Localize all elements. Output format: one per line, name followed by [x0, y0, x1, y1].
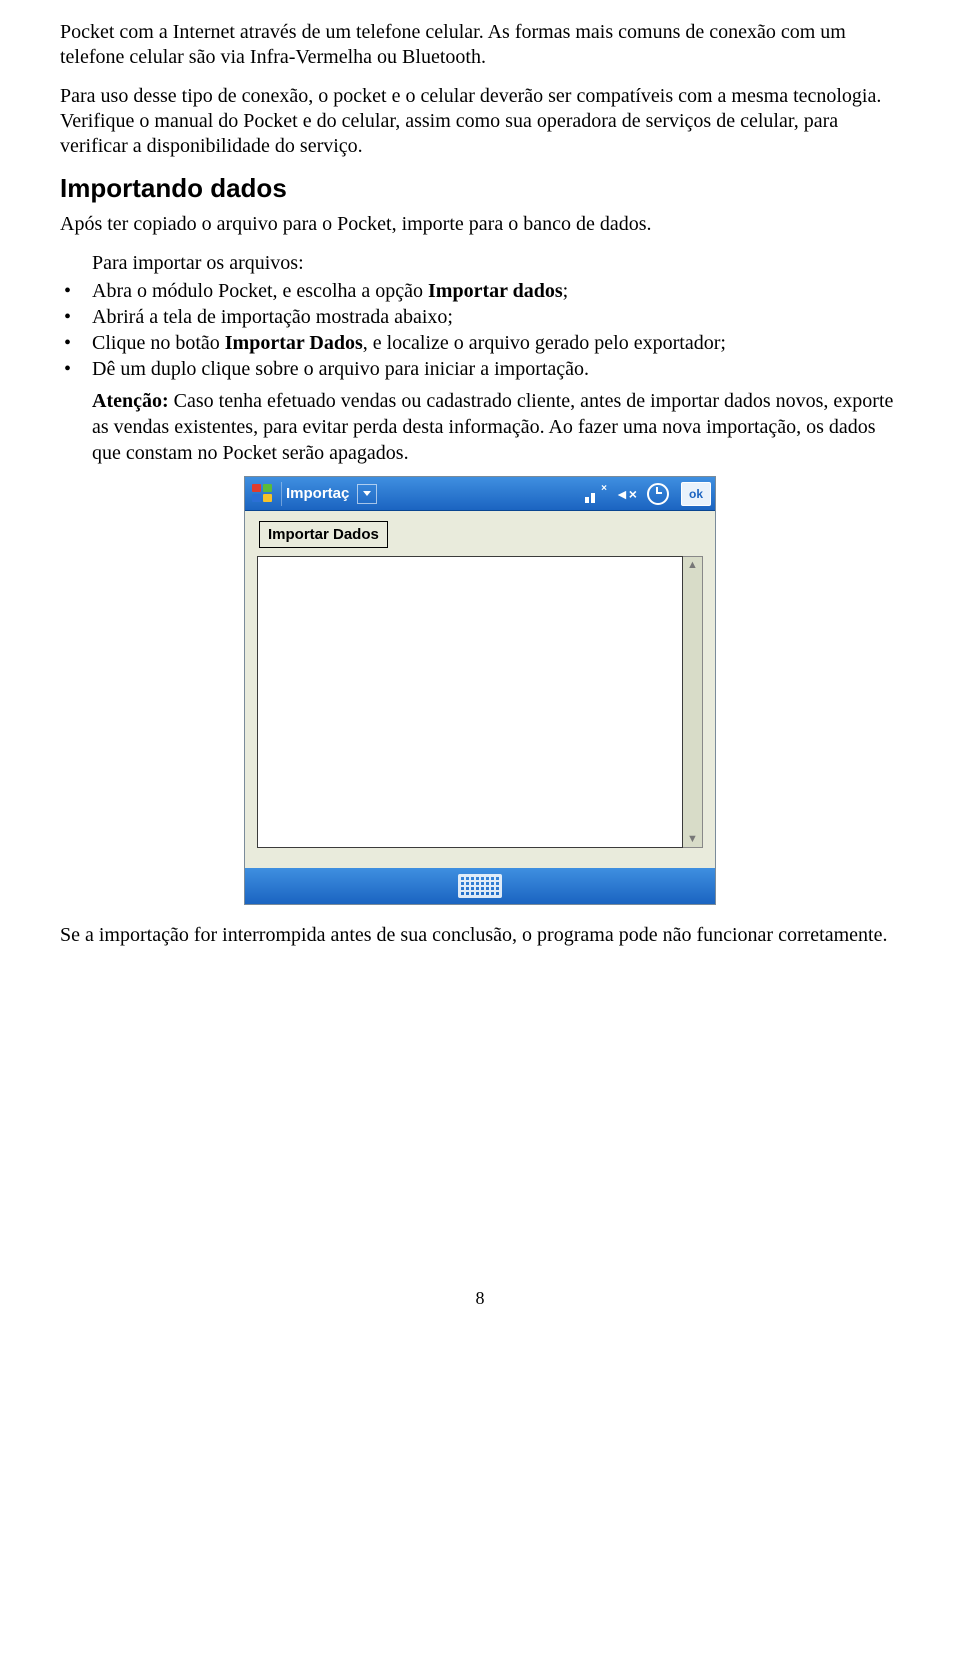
list-item: • Dê um duplo clique sobre o arquivo par…	[60, 356, 900, 382]
list-item-bold: Importar Dados	[225, 332, 363, 354]
signal-off-icon[interactable]: ×	[585, 485, 605, 503]
vertical-scrollbar[interactable]: ▲ ▼	[683, 556, 703, 848]
status-icons: × ◄×	[585, 483, 675, 505]
list-item-tail: , e localize o arquivo gerado pelo expor…	[363, 332, 726, 354]
heading-importando-dados: Importando dados	[60, 173, 900, 204]
paragraph-intro-1: Pocket com a Internet através de um tele…	[60, 20, 900, 70]
pocketpc-screenshot: Importaç × ◄× ok Importar Dados ▲ ▼	[244, 476, 716, 905]
title-dropdown-icon[interactable]	[357, 484, 377, 504]
list-item-text: Abrirá a tela de importação mostrada aba…	[92, 304, 900, 330]
list-item-text: Abra o módulo Pocket, e escolha a opção	[92, 280, 428, 302]
paragraph-after-screenshot: Se a importação for interrompida antes d…	[60, 923, 900, 948]
attention-text: Caso tenha efetuado vendas ou cadastrado…	[92, 390, 893, 464]
bullet-icon: •	[60, 304, 92, 330]
bullet-icon: •	[60, 278, 92, 304]
attention-label: Atenção:	[92, 390, 169, 412]
bullet-icon: •	[60, 356, 92, 382]
page-number: 8	[60, 1288, 900, 1309]
instruction-list: • Abra o módulo Pocket, e escolha a opçã…	[60, 278, 900, 382]
scroll-up-icon[interactable]: ▲	[687, 557, 698, 573]
pocketpc-title[interactable]: Importaç	[281, 482, 355, 506]
pocketpc-bottombar	[245, 868, 715, 904]
attention-paragraph: Atenção: Caso tenha efetuado vendas ou c…	[92, 388, 900, 466]
keyboard-icon[interactable]	[458, 874, 502, 898]
list-intro: Para importar os arquivos:	[92, 251, 900, 276]
scroll-down-icon[interactable]: ▼	[687, 831, 698, 847]
pocketpc-body: Importar Dados ▲ ▼	[245, 511, 715, 854]
list-item-tail: ;	[563, 280, 569, 302]
paragraph-after-heading: Após ter copiado o arquivo para o Pocket…	[60, 212, 900, 237]
list-item: • Abra o módulo Pocket, e escolha a opçã…	[60, 278, 900, 304]
paragraph-intro-2: Para uso desse tipo de conexão, o pocket…	[60, 84, 900, 159]
bullet-icon: •	[60, 330, 92, 356]
list-item: • Clique no botão Importar Dados, e loca…	[60, 330, 900, 356]
clock-icon[interactable]	[647, 483, 669, 505]
importar-dados-button[interactable]: Importar Dados	[259, 521, 388, 548]
mute-icon[interactable]: ◄×	[615, 486, 637, 502]
import-listbox[interactable]	[257, 556, 683, 848]
pocketpc-titlebar: Importaç × ◄× ok	[245, 477, 715, 511]
ok-button[interactable]: ok	[681, 482, 711, 506]
windows-flag-icon[interactable]	[249, 481, 277, 507]
list-item-text: Dê um duplo clique sobre o arquivo para …	[92, 356, 900, 382]
list-item-text: Clique no botão	[92, 332, 225, 354]
list-item-bold: Importar dados	[428, 280, 563, 302]
list-item: • Abrirá a tela de importação mostrada a…	[60, 304, 900, 330]
